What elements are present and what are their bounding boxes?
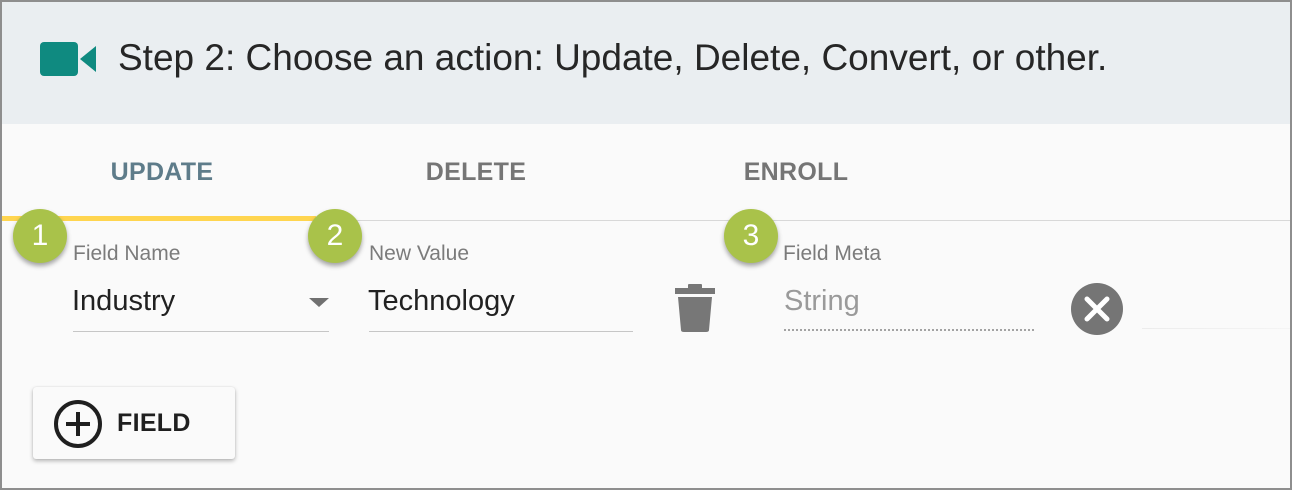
field-meta-underline: [784, 329, 1034, 331]
trash-icon[interactable]: [675, 284, 715, 332]
new-value-input[interactable]: Technology: [368, 285, 515, 318]
tab-delete[interactable]: DELETE: [316, 124, 636, 220]
add-field-label: FIELD: [117, 409, 191, 437]
new-value-label: New Value: [369, 242, 469, 265]
add-circle-icon: [54, 400, 102, 448]
field-meta-label: Field Meta: [783, 242, 882, 265]
field-name-underline: [73, 331, 329, 332]
tab-update[interactable]: UPDATE: [2, 124, 322, 220]
tab-enroll[interactable]: ENROLL: [636, 124, 956, 220]
faint-divider: [1142, 328, 1290, 329]
step-badge-1: 1: [13, 209, 67, 263]
field-name-select[interactable]: Industry: [72, 285, 175, 318]
screenshot-frame: Step 2: Choose an action: Update, Delete…: [0, 0, 1292, 490]
field-meta-input[interactable]: String: [784, 285, 860, 318]
step-title: Step 2: Choose an action: Update, Delete…: [118, 37, 1108, 78]
video-camera-icon: [40, 42, 96, 76]
step-badge-2: 2: [308, 209, 362, 263]
action-tabs: UPDATE DELETE ENROLL: [2, 124, 1290, 220]
close-circle-icon[interactable]: [1071, 283, 1123, 335]
tabs-divider: [316, 220, 1290, 221]
step-header: Step 2: Choose an action: Update, Delete…: [2, 2, 1290, 124]
new-value-underline: [369, 331, 633, 332]
field-name-label: Field Name: [73, 242, 181, 265]
dropdown-arrow-icon[interactable]: [309, 298, 329, 307]
step-badge-3: 3: [724, 209, 778, 263]
add-field-button[interactable]: FIELD: [33, 387, 235, 459]
